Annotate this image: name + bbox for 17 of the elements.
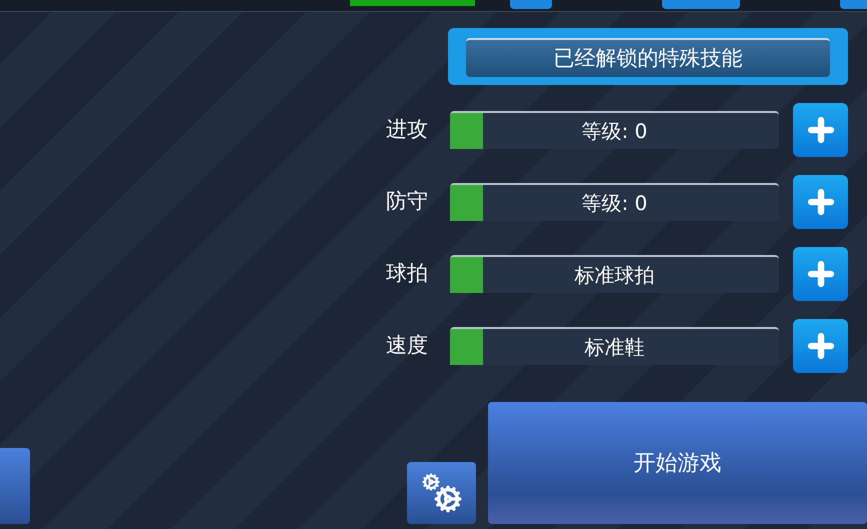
stat-label: 防守 <box>385 188 428 216</box>
stat-value: 标准球拍 <box>574 262 654 289</box>
gears-icon <box>422 473 462 513</box>
upgrade-button[interactable] <box>793 103 848 157</box>
stat-label: 球拍 <box>385 260 428 288</box>
settings-button[interactable] <box>407 462 476 524</box>
stat-label: 速度 <box>385 332 428 360</box>
stat-value: 等级: 0 <box>582 190 648 217</box>
stat-value: 标准鞋 <box>584 334 644 361</box>
upgrade-button[interactable] <box>793 247 848 301</box>
upgrade-button[interactable] <box>793 175 848 229</box>
start-game-button[interactable]: 开始游戏 <box>488 402 867 524</box>
stat-value: 等级: 0 <box>582 118 648 145</box>
stat-label: 进攻 <box>385 116 428 144</box>
special-skills-label: 已经解锁的特殊技能 <box>466 38 830 77</box>
special-skills-button[interactable]: 已经解锁的特殊技能 <box>448 28 848 85</box>
upgrade-button[interactable] <box>793 319 848 373</box>
